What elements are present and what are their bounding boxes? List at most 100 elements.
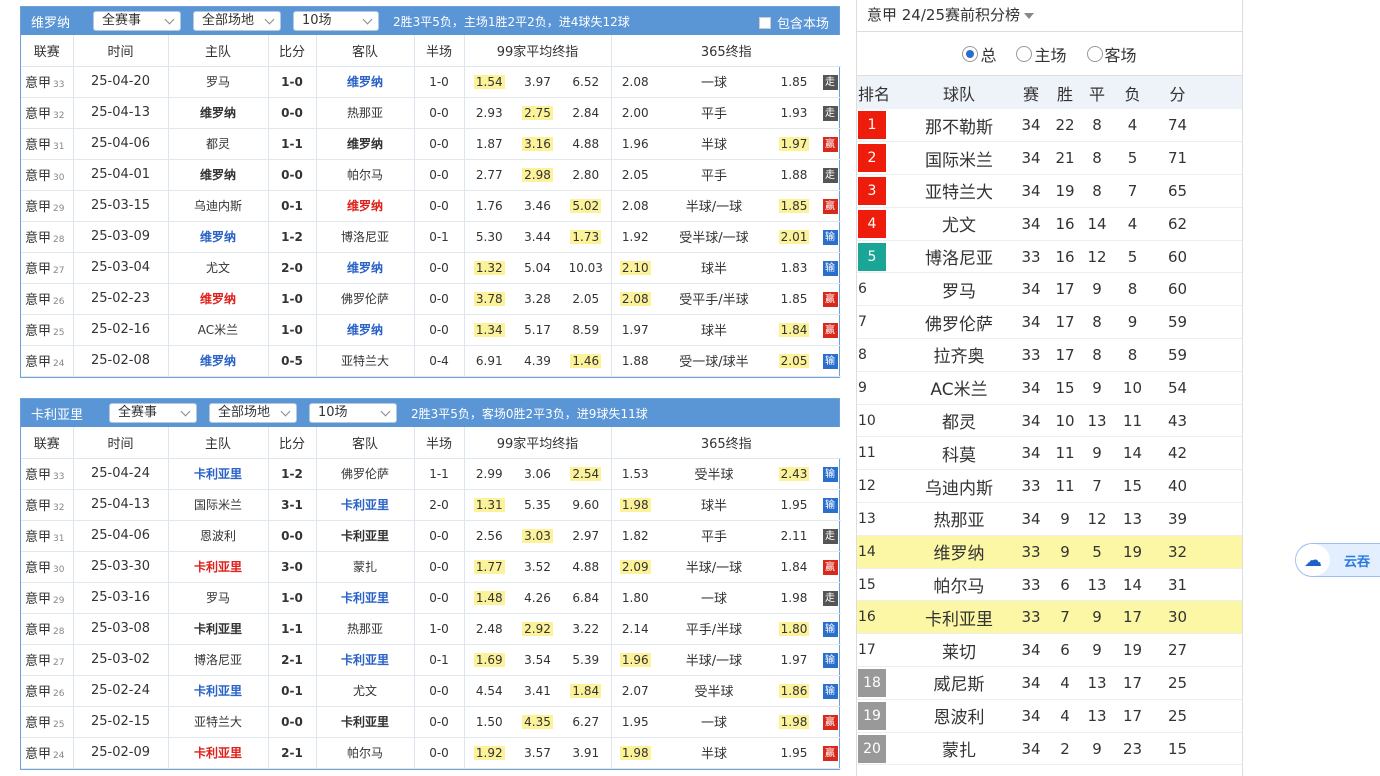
standings-row[interactable]: 16 卡利亚里 33 7 9 17 30 — [857, 600, 1242, 635]
radio-home[interactable]: 主场 — [1016, 42, 1067, 66]
home-team[interactable]: 维罗纳 — [168, 221, 269, 253]
away-team[interactable]: 热那亚 — [316, 613, 415, 645]
score-cell[interactable]: 1-0 — [268, 314, 317, 346]
score-cell[interactable]: 1-0 — [268, 66, 317, 98]
home-team[interactable]: 乌迪内斯 — [168, 190, 269, 222]
team-cell[interactable]: 那不勒斯 — [907, 109, 1011, 143]
standings-row[interactable]: 9 AC米兰 34 15 9 10 54 — [857, 371, 1242, 405]
standings-row[interactable]: 1 那不勒斯 34 22 8 4 74 — [857, 109, 1242, 143]
cloud-widget[interactable]: ☁ 云吞 — [1295, 543, 1380, 577]
score-cell[interactable]: 0-0 — [268, 520, 317, 552]
standings-row[interactable]: 4 尤文 34 16 14 4 62 — [857, 207, 1242, 241]
away-team[interactable]: 热那亚 — [316, 97, 415, 129]
match-count-select[interactable]: 10场 — [293, 11, 379, 31]
standings-row[interactable]: 8 拉齐奥 33 17 8 8 59 — [857, 338, 1242, 372]
radio-dot-icon[interactable] — [1086, 45, 1103, 62]
home-team[interactable]: 卡利亚里 — [168, 737, 269, 769]
score-cell[interactable]: 0-0 — [268, 97, 317, 129]
away-team[interactable]: 卡利亚里 — [316, 706, 415, 738]
score-cell[interactable]: 0-1 — [268, 675, 317, 707]
standings-row[interactable]: 15 帕尔马 33 6 13 14 31 — [857, 568, 1242, 602]
team-cell[interactable]: 罗马 — [907, 272, 1011, 307]
team-cell[interactable]: 帕尔马 — [907, 568, 1011, 602]
away-team[interactable]: 蒙扎 — [316, 551, 415, 583]
cloud-chat-icon[interactable]: ☁ — [1296, 544, 1330, 576]
team-cell[interactable]: 国际米兰 — [907, 141, 1011, 176]
team-cell[interactable]: 尤文 — [907, 207, 1011, 241]
home-team[interactable]: 卡利亚里 — [168, 551, 269, 583]
score-cell[interactable]: 2-0 — [268, 252, 317, 284]
standings-title[interactable]: 意甲 24/25赛前积分榜 — [857, 0, 1242, 32]
team-cell[interactable]: 蒙扎 — [907, 732, 1011, 766]
score-cell[interactable]: 1-2 — [268, 221, 317, 253]
standings-row[interactable]: 10 都灵 34 10 13 11 43 — [857, 404, 1242, 438]
home-team[interactable]: 维罗纳 — [168, 283, 269, 315]
standings-row[interactable]: 5 博洛尼亚 33 16 12 5 60 — [857, 240, 1242, 274]
standings-row[interactable]: 3 亚特兰大 34 19 8 7 65 — [857, 174, 1242, 208]
standings-row[interactable]: 12 乌迪内斯 33 11 7 15 40 — [857, 469, 1242, 504]
away-team[interactable]: 卡利亚里 — [316, 489, 415, 521]
home-team[interactable]: 尤文 — [168, 252, 269, 284]
team-cell[interactable]: 莱切 — [907, 633, 1011, 668]
home-team[interactable]: 维罗纳 — [168, 159, 269, 191]
team-cell[interactable]: AC米兰 — [907, 371, 1011, 405]
away-team[interactable]: 博洛尼亚 — [316, 221, 415, 253]
radio-dot-icon[interactable] — [962, 45, 979, 62]
home-team[interactable]: 罗马 — [168, 582, 269, 614]
away-team[interactable]: 尤文 — [316, 675, 415, 707]
radio-dot-icon[interactable] — [1016, 45, 1033, 62]
standings-row[interactable]: 13 热那亚 34 9 12 13 39 — [857, 502, 1242, 536]
standings-row[interactable]: 20 蒙扎 34 2 9 23 15 — [857, 732, 1242, 766]
score-cell[interactable]: 0-5 — [268, 345, 317, 377]
away-team[interactable]: 维罗纳 — [316, 252, 415, 284]
standings-row[interactable]: 11 科莫 34 11 9 14 42 — [857, 436, 1242, 471]
standings-row[interactable]: 7 佛罗伦萨 34 17 8 9 59 — [857, 305, 1242, 340]
home-team[interactable]: 罗马 — [168, 66, 269, 98]
home-team[interactable]: 卡利亚里 — [168, 675, 269, 707]
competition-select[interactable]: 全赛事 — [93, 11, 181, 31]
score-cell[interactable]: 0-0 — [268, 706, 317, 738]
standings-row[interactable]: 19 恩波利 34 4 13 17 25 — [857, 699, 1242, 733]
team-cell[interactable]: 卡利亚里 — [907, 600, 1011, 635]
home-team[interactable]: 国际米兰 — [168, 489, 269, 521]
radio-away[interactable]: 客场 — [1086, 42, 1137, 66]
away-team[interactable]: 帕尔马 — [316, 159, 415, 191]
team-cell[interactable]: 博洛尼亚 — [907, 240, 1011, 274]
score-cell[interactable]: 2-1 — [268, 644, 317, 676]
home-team[interactable]: 卡利亚里 — [168, 613, 269, 645]
away-team[interactable]: 维罗纳 — [316, 314, 415, 346]
venue-select[interactable]: 全部场地 — [209, 403, 297, 423]
score-cell[interactable]: 2-1 — [268, 737, 317, 769]
home-team[interactable]: 维罗纳 — [168, 97, 269, 129]
score-cell[interactable]: 3-0 — [268, 551, 317, 583]
away-team[interactable]: 卡利亚里 — [316, 520, 415, 552]
competition-select[interactable]: 全赛事 — [109, 403, 197, 423]
away-team[interactable]: 佛罗伦萨 — [316, 283, 415, 315]
away-team[interactable]: 佛罗伦萨 — [316, 458, 415, 490]
home-team[interactable]: 都灵 — [168, 128, 269, 160]
score-cell[interactable]: 0-0 — [268, 159, 317, 191]
away-team[interactable]: 亚特兰大 — [316, 345, 415, 377]
away-team[interactable]: 维罗纳 — [316, 128, 415, 160]
away-team[interactable]: 维罗纳 — [316, 190, 415, 222]
standings-row[interactable]: 2 国际米兰 34 21 8 5 71 — [857, 141, 1242, 176]
team-cell[interactable]: 亚特兰大 — [907, 174, 1011, 208]
team-cell[interactable]: 都灵 — [907, 404, 1011, 438]
home-team[interactable]: 博洛尼亚 — [168, 644, 269, 676]
checkbox-box[interactable] — [758, 16, 771, 29]
score-cell[interactable]: 3-1 — [268, 489, 317, 521]
score-cell[interactable]: 1-1 — [268, 613, 317, 645]
home-team[interactable]: 卡利亚里 — [168, 458, 269, 490]
team-cell[interactable]: 维罗纳 — [907, 535, 1011, 569]
team-cell[interactable]: 佛罗伦萨 — [907, 305, 1011, 340]
score-cell[interactable]: 1-0 — [268, 283, 317, 315]
home-team[interactable]: AC米兰 — [168, 314, 269, 346]
include-this-match-checkbox[interactable]: 包含本场 — [758, 13, 829, 32]
score-cell[interactable]: 1-0 — [268, 582, 317, 614]
away-team[interactable]: 维罗纳 — [316, 66, 415, 98]
team-cell[interactable]: 热那亚 — [907, 502, 1011, 536]
home-team[interactable]: 恩波利 — [168, 520, 269, 552]
team-cell[interactable]: 乌迪内斯 — [907, 469, 1011, 504]
home-team[interactable]: 亚特兰大 — [168, 706, 269, 738]
standings-row[interactable]: 14 维罗纳 33 9 5 19 32 — [857, 535, 1242, 569]
